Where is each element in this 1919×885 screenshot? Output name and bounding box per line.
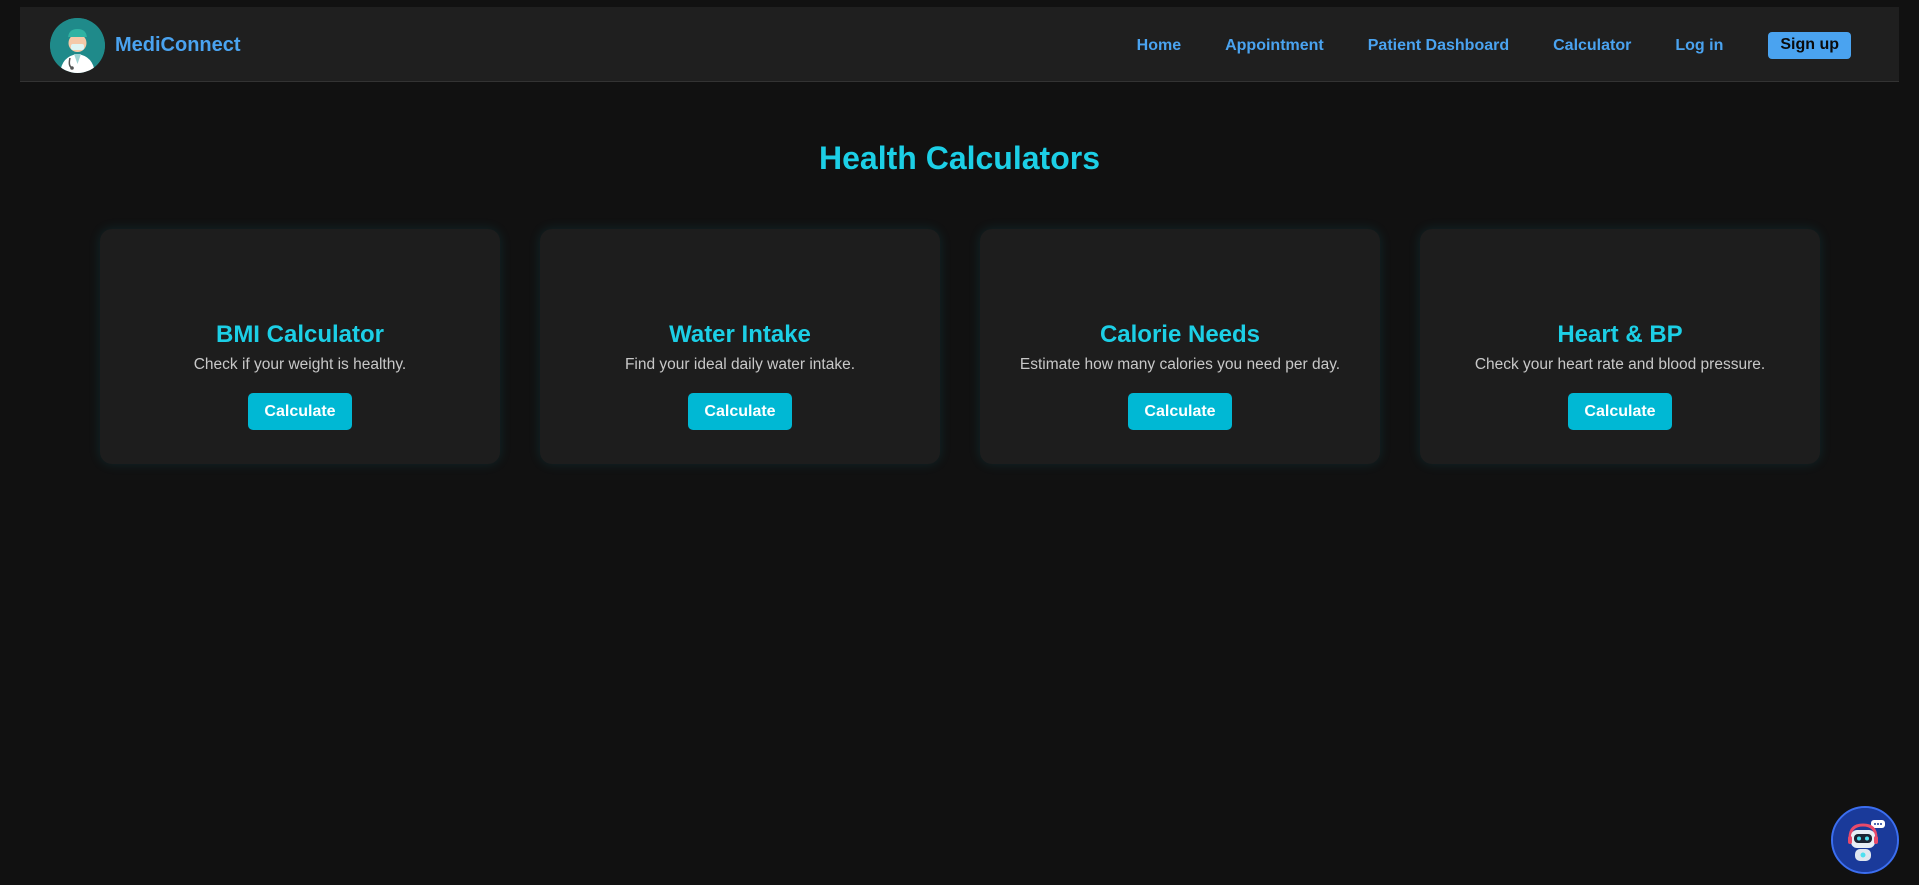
bmi-calculator-card: BMI Calculator Check if your weight is h… <box>100 229 500 464</box>
navbar: MediConnect Home Appointment Patient Das… <box>20 7 1899 82</box>
card-title: Water Intake <box>669 321 811 348</box>
card-description: Find your ideal daily water intake. <box>624 356 856 373</box>
page-title: Health Calculators <box>819 140 1100 176</box>
brand-name[interactable]: MediConnect <box>115 34 241 57</box>
calculator-cards: BMI Calculator Check if your weight is h… <box>100 229 1820 464</box>
signup-button[interactable]: Sign up <box>1768 32 1851 59</box>
card-title: BMI Calculator <box>215 321 385 348</box>
chatbot-button[interactable] <box>1831 806 1899 874</box>
nav-appointment-link[interactable]: Appointment <box>1225 37 1324 55</box>
nav-login-link[interactable]: Log in <box>1675 37 1723 55</box>
card-description: Check your heart rate and blood pressure… <box>1474 356 1766 373</box>
card-description: Estimate how many calories you need per … <box>1019 356 1341 373</box>
card-title: Heart & BP <box>1557 321 1683 348</box>
nav-calculator-link[interactable]: Calculator <box>1553 37 1631 55</box>
bmi-calculate-button[interactable]: Calculate <box>248 393 352 430</box>
water-calculate-button[interactable]: Calculate <box>688 393 792 430</box>
heart-calculate-button[interactable]: Calculate <box>1568 393 1672 430</box>
doctor-avatar-icon <box>50 17 105 73</box>
nav-home-link[interactable]: Home <box>1137 37 1181 55</box>
robot-chat-icon <box>1833 808 1897 872</box>
water-intake-card: Water Intake Find your ideal daily water… <box>540 229 940 464</box>
card-title: Calorie Needs <box>1099 321 1261 348</box>
calorie-needs-card: Calorie Needs Estimate how many calories… <box>980 229 1380 464</box>
heart-bp-card: Heart & BP Check your heart rate and blo… <box>1420 229 1820 464</box>
card-description: Check if your weight is healthy. <box>193 356 407 373</box>
nav-links: Home Appointment Patient Dashboard Calcu… <box>1137 32 1851 59</box>
brand[interactable]: MediConnect <box>50 17 241 73</box>
nav-patient-dashboard-link[interactable]: Patient Dashboard <box>1368 37 1509 55</box>
calorie-calculate-button[interactable]: Calculate <box>1128 393 1232 430</box>
